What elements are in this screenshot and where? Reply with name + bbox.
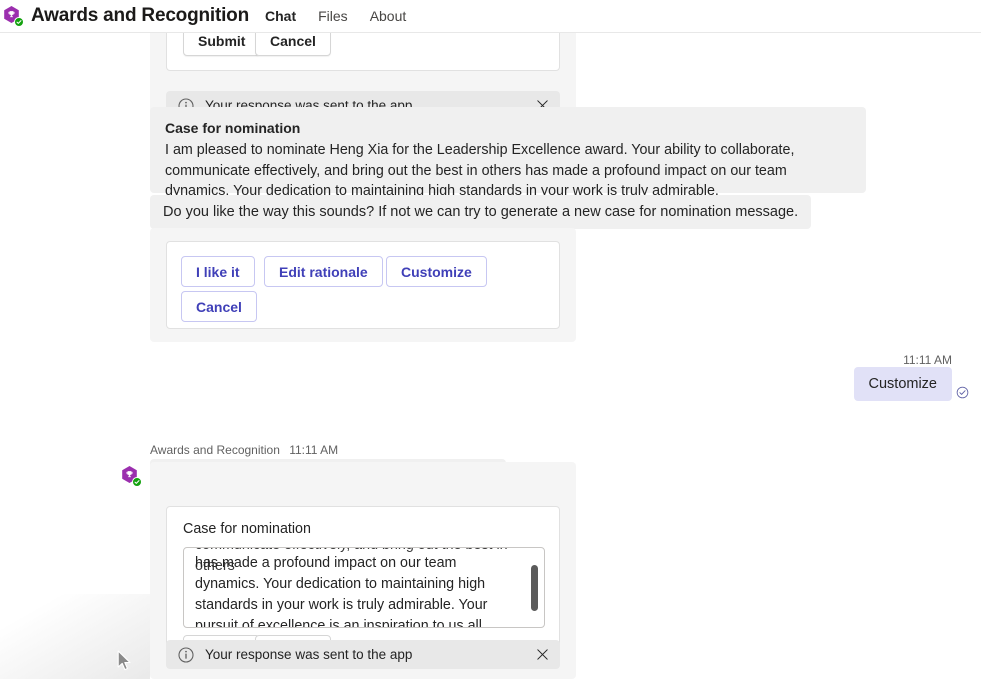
case-nomination-textarea[interactable]: communicate effectively, and bring out t…: [183, 547, 545, 628]
previous-cancel-button[interactable]: Cancel: [255, 33, 331, 56]
nomination-card-body: I am pleased to nominate Heng Xia for th…: [165, 142, 795, 199]
nomination-card: Case for nomination I am pleased to nomi…: [150, 107, 866, 199]
edit-card: Case for nomination communicate effectiv…: [166, 506, 560, 665]
edit-card-title: Case for nomination: [183, 521, 311, 537]
presence-available-icon: [132, 477, 142, 487]
user-message-bubble: Customize: [853, 367, 952, 401]
bot-message-sender: Awards and Recognition: [150, 443, 280, 457]
tab-files[interactable]: Files: [318, 0, 348, 33]
textarea-scrollbar[interactable]: [531, 565, 538, 611]
notice-text: Your response was sent to the app: [205, 647, 413, 662]
close-icon[interactable]: [535, 647, 550, 662]
bot-avatar: [120, 465, 142, 487]
tab-about[interactable]: About: [370, 0, 407, 33]
app-title: Awards and Recognition: [31, 5, 249, 26]
followup-message-text: Do you like the way this sounds? If not …: [150, 195, 812, 229]
delivered-check-icon: [956, 386, 969, 399]
previous-submit-button[interactable]: Submit: [183, 33, 261, 56]
edit-rationale-button[interactable]: Edit rationale: [264, 256, 383, 287]
choice-card-shell: I like it Edit rationale Customize Cance…: [150, 228, 576, 342]
info-circle-icon: [178, 646, 194, 663]
followup-message-bubble: Do you like the way this sounds? If not …: [150, 195, 812, 229]
app-header: Awards and Recognition Chat Files About: [0, 0, 981, 33]
response-sent-notice: Your response was sent to the app: [166, 640, 560, 669]
tab-bar: Chat Files About: [265, 0, 406, 33]
textarea-value: has made a profound impact on our team d…: [195, 555, 492, 628]
user-message-text: Customize: [853, 367, 952, 401]
user-message-timestamp: 11:11 AM: [903, 353, 952, 367]
app-avatar: [2, 5, 24, 27]
tab-chat[interactable]: Chat: [265, 0, 296, 33]
customize-button[interactable]: Customize: [386, 256, 487, 287]
previous-edit-inner-card: Submit Cancel: [166, 33, 560, 71]
choice-card: I like it Edit rationale Customize Cance…: [166, 241, 560, 329]
bot-message-meta: Awards and Recognition 11:11 AM: [150, 443, 338, 457]
edit-card-shell: Case for nomination communicate effectiv…: [150, 462, 576, 679]
bot-message-timestamp: 11:11 AM: [289, 443, 339, 457]
cancel-button[interactable]: Cancel: [181, 291, 257, 322]
chat-message-list[interactable]: Submit Cancel Your response was sent to …: [0, 33, 981, 679]
nomination-card-title: Case for nomination: [165, 120, 301, 136]
i-like-it-button[interactable]: I like it: [181, 256, 255, 287]
presence-available-icon: [14, 17, 24, 27]
